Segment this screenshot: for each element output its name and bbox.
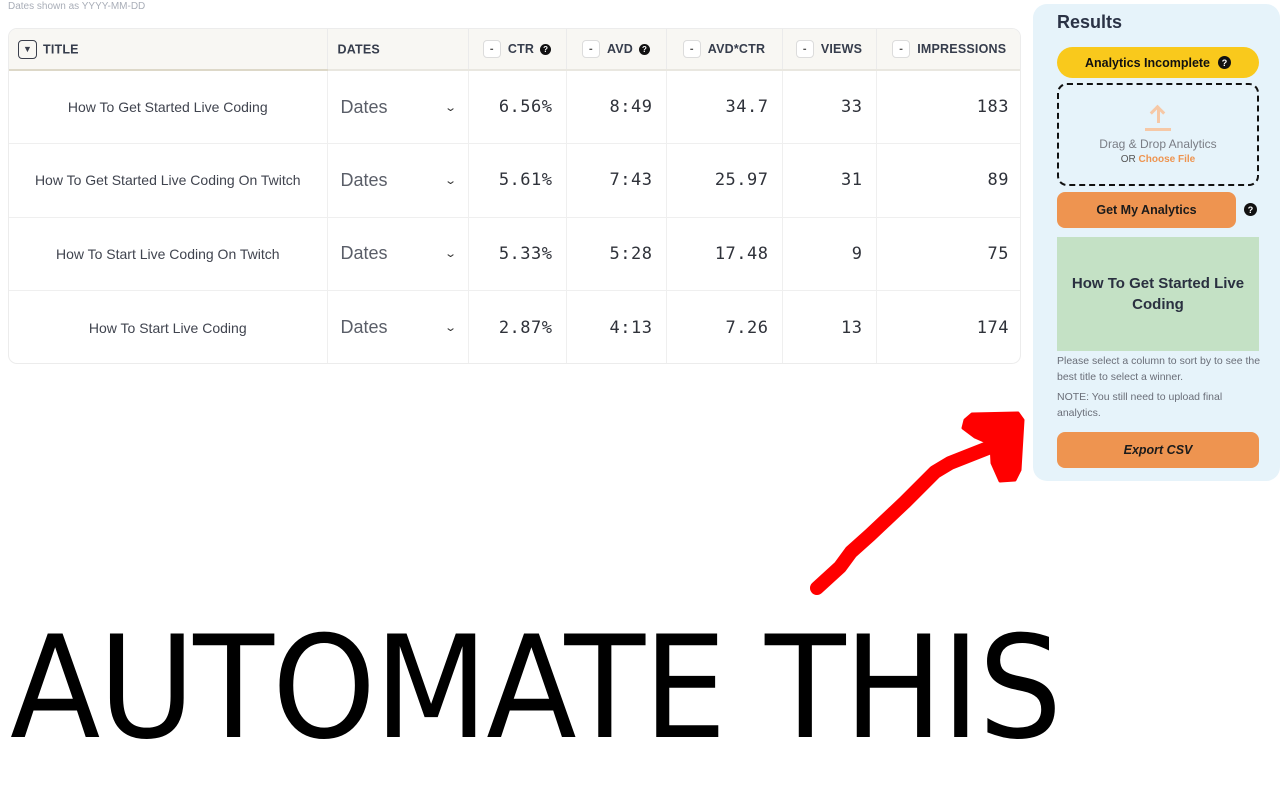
hide-column-button[interactable]: -	[682, 40, 701, 58]
column-label: AVD	[606, 42, 634, 56]
dropzone-text: Drag & Drop Analytics	[1099, 137, 1217, 151]
winner-title-box: How To Get Started Live Coding	[1057, 237, 1259, 351]
column-label: CTR	[507, 42, 535, 56]
title-cell: How To Get Started Live Coding	[9, 70, 328, 144]
ctr-cell: 5.33%	[468, 217, 567, 291]
column-label: VIEWS	[820, 42, 863, 56]
analytics-status-badge: Analytics Incomplete ?	[1057, 47, 1259, 78]
arrow-shaft	[810, 431, 1010, 595]
help-icon[interactable]: ?	[639, 43, 651, 55]
analytics-dropzone[interactable]: Drag & Drop Analytics OR Choose File	[1057, 83, 1259, 186]
hide-column-button[interactable]: -	[482, 40, 501, 58]
table-row: How To Get Started Live Coding On Twitch…	[9, 143, 1020, 218]
avd-ctr-cell: 17.48	[666, 217, 783, 291]
title-comparison-table: ▼ TITLE DATES - CTR? - AVD? - AVD*CTR - VIEWS	[8, 28, 1021, 364]
impressions-cell: 174	[976, 317, 1009, 338]
impressions-cell: 75	[876, 217, 1020, 291]
chevron-down-icon: ⌄	[444, 101, 458, 114]
help-icon[interactable]: ?	[1218, 56, 1232, 69]
hide-column-button[interactable]: -	[581, 40, 600, 58]
column-header-title[interactable]: ▼ TITLE	[9, 29, 328, 71]
sort-toggle-icon[interactable]: ▼	[18, 39, 37, 59]
dates-dropdown[interactable]: Dates ⌄	[340, 243, 458, 264]
avd-ctr-cell: 25.97	[666, 143, 783, 218]
title-cell: How To Start Live Coding	[9, 290, 328, 363]
table-header-row: ▼ TITLE DATES - CTR? - AVD? - AVD*CTR - VIEWS	[9, 29, 1020, 71]
chevron-down-icon: ⌄	[444, 248, 458, 261]
dates-dropdown-label: Dates	[340, 169, 388, 190]
column-label: DATES	[337, 42, 380, 57]
choose-file-link[interactable]: Choose File	[1139, 154, 1196, 165]
column-label: IMPRESSIONS	[917, 42, 1007, 56]
dropzone-or-label: OR	[1120, 154, 1136, 165]
chevron-down-icon: ⌄	[444, 322, 458, 334]
dates-dropdown[interactable]: Dates ⌄	[340, 169, 458, 191]
status-label: Analytics Incomplete	[1084, 55, 1211, 70]
views-cell: 31	[782, 143, 877, 218]
views-cell: 9	[782, 217, 877, 291]
ctr-cell: 5.61%	[468, 143, 567, 218]
arrow-head	[961, 411, 1025, 483]
column-header-avd[interactable]: - AVD?	[566, 29, 667, 71]
dates-dropdown-label: Dates	[340, 96, 388, 117]
views-cell: 13	[782, 290, 877, 363]
table-row: How To Start Live Coding On Twitch Dates…	[9, 217, 1020, 291]
title-cell: How To Get Started Live Coding On Twitch	[9, 143, 328, 218]
results-heading: Results	[1057, 12, 1123, 32]
column-label: TITLE	[43, 42, 79, 56]
dates-dropdown[interactable]: Dates ⌄	[340, 317, 458, 338]
views-cell: 33	[782, 70, 877, 144]
column-header-ctr[interactable]: - CTR?	[468, 29, 567, 71]
ctr-cell: 2.87%	[468, 290, 567, 363]
impressions-cell: 183	[876, 70, 1020, 144]
chevron-down-icon: ⌄	[444, 174, 458, 187]
column-header-avd-ctr[interactable]: - AVD*CTR	[666, 29, 783, 71]
results-panel: Results Analytics Incomplete ? Drag & Dr…	[1033, 4, 1280, 481]
title-cell: How To Start Live Coding On Twitch	[9, 217, 328, 291]
table-row: How To Get Started Live Coding Dates ⌄ 6.…	[9, 70, 1020, 144]
column-header-dates: DATES	[327, 29, 469, 71]
help-icon[interactable]: ?	[540, 43, 552, 55]
avd-cell: 4:13	[566, 290, 667, 363]
impressions-cell: 89	[876, 143, 1020, 218]
avd-cell: 5:28	[566, 217, 667, 291]
get-my-analytics-button[interactable]: Get My Analytics	[1057, 192, 1236, 228]
date-format-hint: Dates shown as YYYY-MM-DD	[8, 1, 146, 12]
hide-column-button[interactable]: -	[892, 40, 911, 58]
help-icon[interactable]: ?	[1244, 203, 1257, 216]
column-label: AVD*CTR	[707, 42, 766, 56]
dates-dropdown-label: Dates	[340, 317, 388, 337]
table-row: How To Start Live Coding Dates ⌄ 2.87% 4:…	[9, 290, 1020, 363]
dates-dropdown[interactable]: Dates ⌄	[340, 96, 458, 118]
dates-dropdown-label: Dates	[340, 243, 388, 264]
avd-cell: 8:49	[566, 70, 667, 144]
column-header-views[interactable]: - VIEWS	[782, 29, 877, 71]
avd-ctr-cell: 34.7	[666, 70, 783, 144]
upload-note: NOTE: You still need to upload final ana…	[1057, 391, 1223, 419]
upload-icon	[1145, 104, 1171, 132]
column-header-impressions[interactable]: - IMPRESSIONS	[876, 29, 1020, 71]
export-csv-button[interactable]: Export CSV	[1057, 432, 1259, 468]
hide-column-button[interactable]: -	[795, 40, 814, 58]
sort-instructions: Please select a column to sort by to see…	[1057, 355, 1261, 383]
avd-ctr-cell: 7.26	[666, 290, 783, 363]
ctr-cell: 6.56%	[468, 70, 567, 144]
avd-cell: 7:43	[566, 143, 667, 218]
automate-this-caption: AUTOMATE THIS	[10, 606, 1062, 771]
